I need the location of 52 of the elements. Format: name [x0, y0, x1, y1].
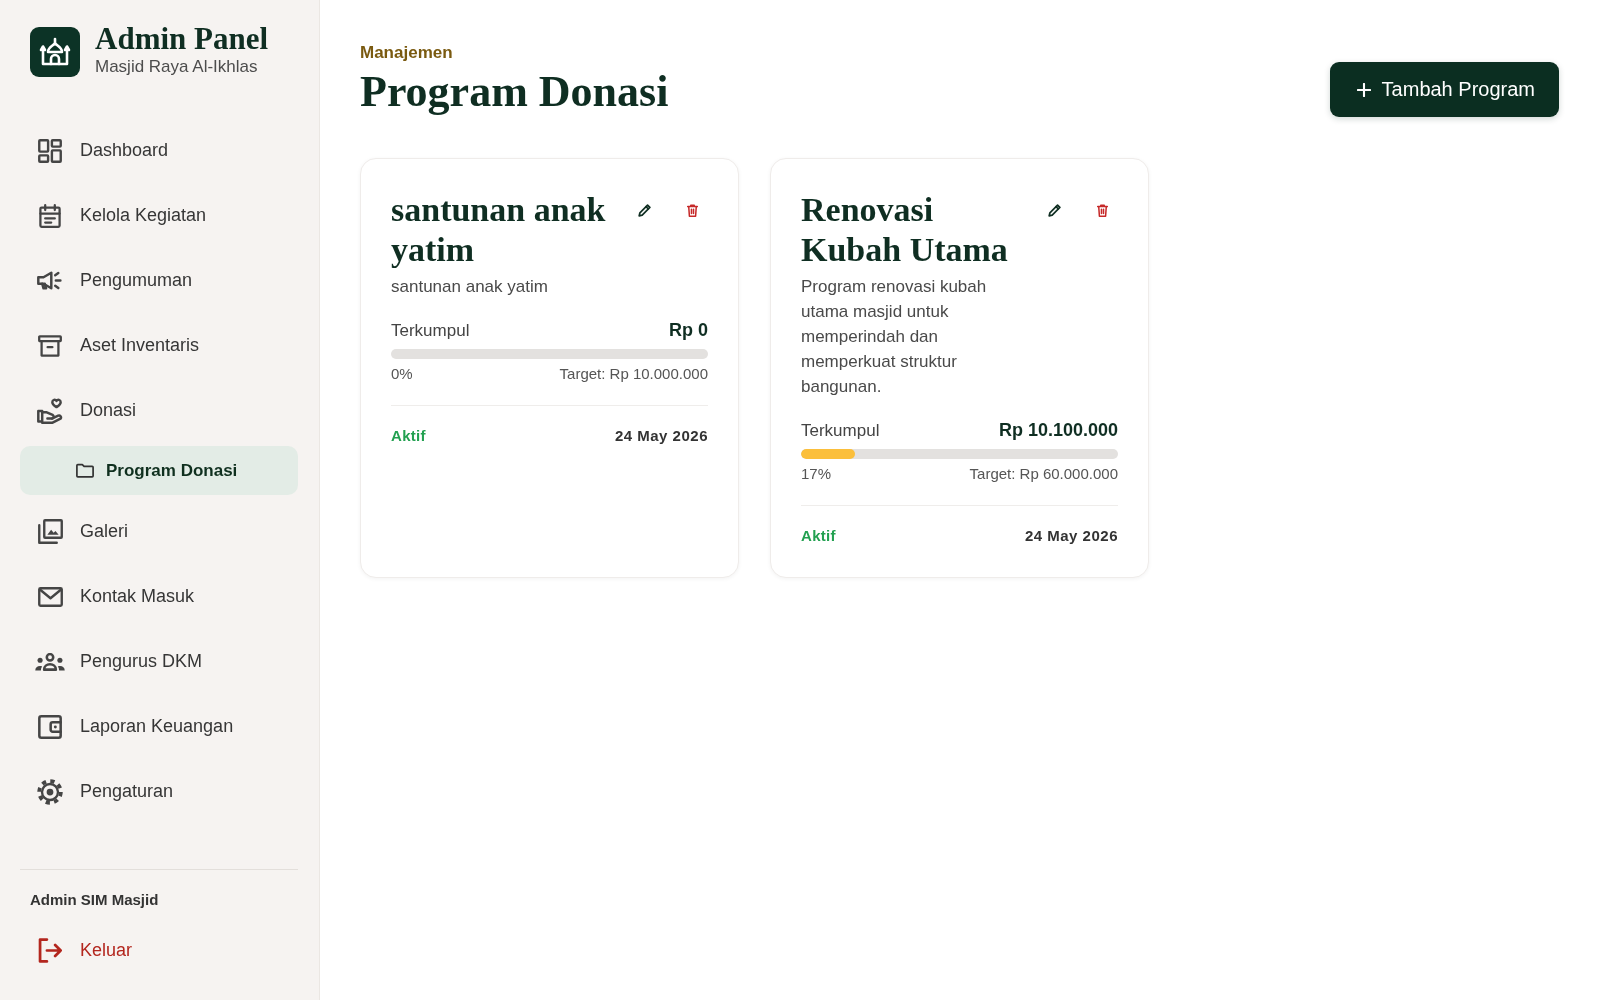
- nav-item[interactable]: Kontak Masuk: [20, 564, 298, 629]
- pencil-icon: [637, 203, 651, 217]
- program-title: santunan anak yatim: [391, 190, 607, 270]
- user-name: Admin SIM Masjid: [29, 891, 160, 909]
- plus-icon: [1356, 82, 1371, 97]
- status-label: Aktif: [801, 527, 836, 545]
- collected-label: Terkumpul: [801, 420, 880, 442]
- progress-percent: 17%: [801, 465, 832, 483]
- nav-item[interactable]: Laporan Keuangan: [20, 694, 298, 759]
- nav-item[interactable]: Dashboard: [20, 118, 298, 183]
- logout-button[interactable]: Keluar: [20, 918, 298, 983]
- nav-item[interactable]: Pengurus DKM: [20, 629, 298, 694]
- brand-subtitle: Masjid Raya Al-Ikhlas: [95, 56, 259, 77]
- add-program-button[interactable]: Tambah Program: [1329, 62, 1559, 117]
- page-title: Program Donasi: [360, 66, 669, 118]
- page-eyebrow: Manajemen: [360, 42, 454, 64]
- nav-item[interactable]: Donasi: [20, 378, 298, 443]
- brand-title: Admin Panel: [95, 22, 269, 56]
- layout-grid-icon: [38, 138, 62, 163]
- nav-item[interactable]: Aset Inventaris: [20, 313, 298, 378]
- collected-label: Terkumpul: [391, 320, 470, 342]
- mosque-icon: [30, 26, 80, 77]
- program-description: santunan anak yatim: [391, 276, 549, 298]
- settings-icon: [37, 778, 63, 805]
- collected-amount: Rp 10.100.000: [998, 419, 1118, 441]
- archive-box-icon: [38, 334, 62, 357]
- envelope-icon: [37, 586, 63, 607]
- collected-amount: Rp 0: [669, 319, 708, 341]
- logout-icon: [38, 938, 62, 963]
- wallet-icon: [38, 714, 62, 739]
- hand-heart-icon: [37, 397, 63, 424]
- trash-icon: [1096, 203, 1108, 217]
- calendar-icon: [39, 203, 61, 228]
- target-amount: Target: Rp 60.000.000: [969, 465, 1118, 483]
- nav-item[interactable]: Kelola Kegiatan: [20, 183, 298, 248]
- target-amount: Target: Rp 10.000.000: [559, 365, 708, 383]
- program-date: 24 May 2026: [614, 427, 708, 445]
- nav-item[interactable]: Pengaturan: [20, 759, 298, 824]
- nav-item[interactable]: Pengumuman: [20, 248, 298, 313]
- program-title: Renovasi Kubah Utama: [801, 190, 1009, 270]
- folder-icon: [76, 463, 94, 478]
- program-description: Program renovasi kubah utama masjid untuk memperindah dan memperkuat struktur bangunan.: [801, 276, 988, 398]
- status-label: Aktif: [391, 427, 426, 445]
- trash-icon: [686, 203, 698, 217]
- image-gallery-icon: [37, 519, 63, 544]
- pencil-icon: [1047, 203, 1061, 217]
- progress-percent: 0%: [391, 365, 413, 383]
- nav-subitem[interactable]: Program Donasi: [20, 446, 298, 495]
- megaphone-icon: [37, 270, 63, 291]
- program-date: 24 May 2026: [1024, 527, 1118, 545]
- people-group-icon: [35, 652, 65, 671]
- nav-item[interactable]: Galeri: [20, 499, 298, 564]
